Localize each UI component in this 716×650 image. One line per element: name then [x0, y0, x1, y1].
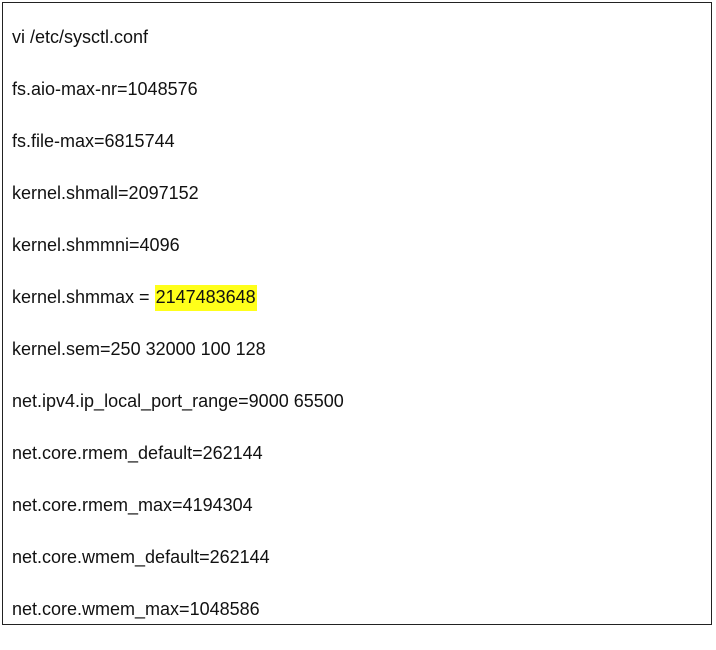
config-line-file-max: fs.file-max=6815744 — [12, 131, 175, 151]
config-line-aio-max-nr: fs.aio-max-nr=1048576 — [12, 79, 198, 99]
config-line-shmmni: kernel.shmmni=4096 — [12, 235, 180, 255]
config-line-sem: kernel.sem=250 32000 100 128 — [12, 339, 266, 359]
shmmax-highlighted-value: 2147483648 — [154, 285, 257, 311]
config-line-rmem-default: net.core.rmem_default=262144 — [12, 443, 263, 463]
shmmax-key: kernel.shmmax = — [12, 287, 155, 307]
config-line-ip-local-port-range: net.ipv4.ip_local_port_range=9000 65500 — [12, 391, 344, 411]
config-line-command: vi /etc/sysctl.conf — [12, 27, 149, 47]
document-frame: vi /etc/sysctl.conf fs.aio-max-nr=104857… — [2, 2, 712, 625]
config-line-shmmax: kernel.shmmax = 2147483648 — [12, 285, 344, 338]
config-line-wmem-max: net.core.wmem_max=1048586 — [12, 599, 260, 619]
config-lines: vi /etc/sysctl.conf fs.aio-max-nr=104857… — [12, 26, 344, 650]
config-line-shmall: kernel.shmall=2097152 — [12, 183, 199, 203]
config-line-rmem-max: net.core.rmem_max=4194304 — [12, 495, 253, 515]
config-line-wmem-default: net.core.wmem_default=262144 — [12, 547, 270, 567]
